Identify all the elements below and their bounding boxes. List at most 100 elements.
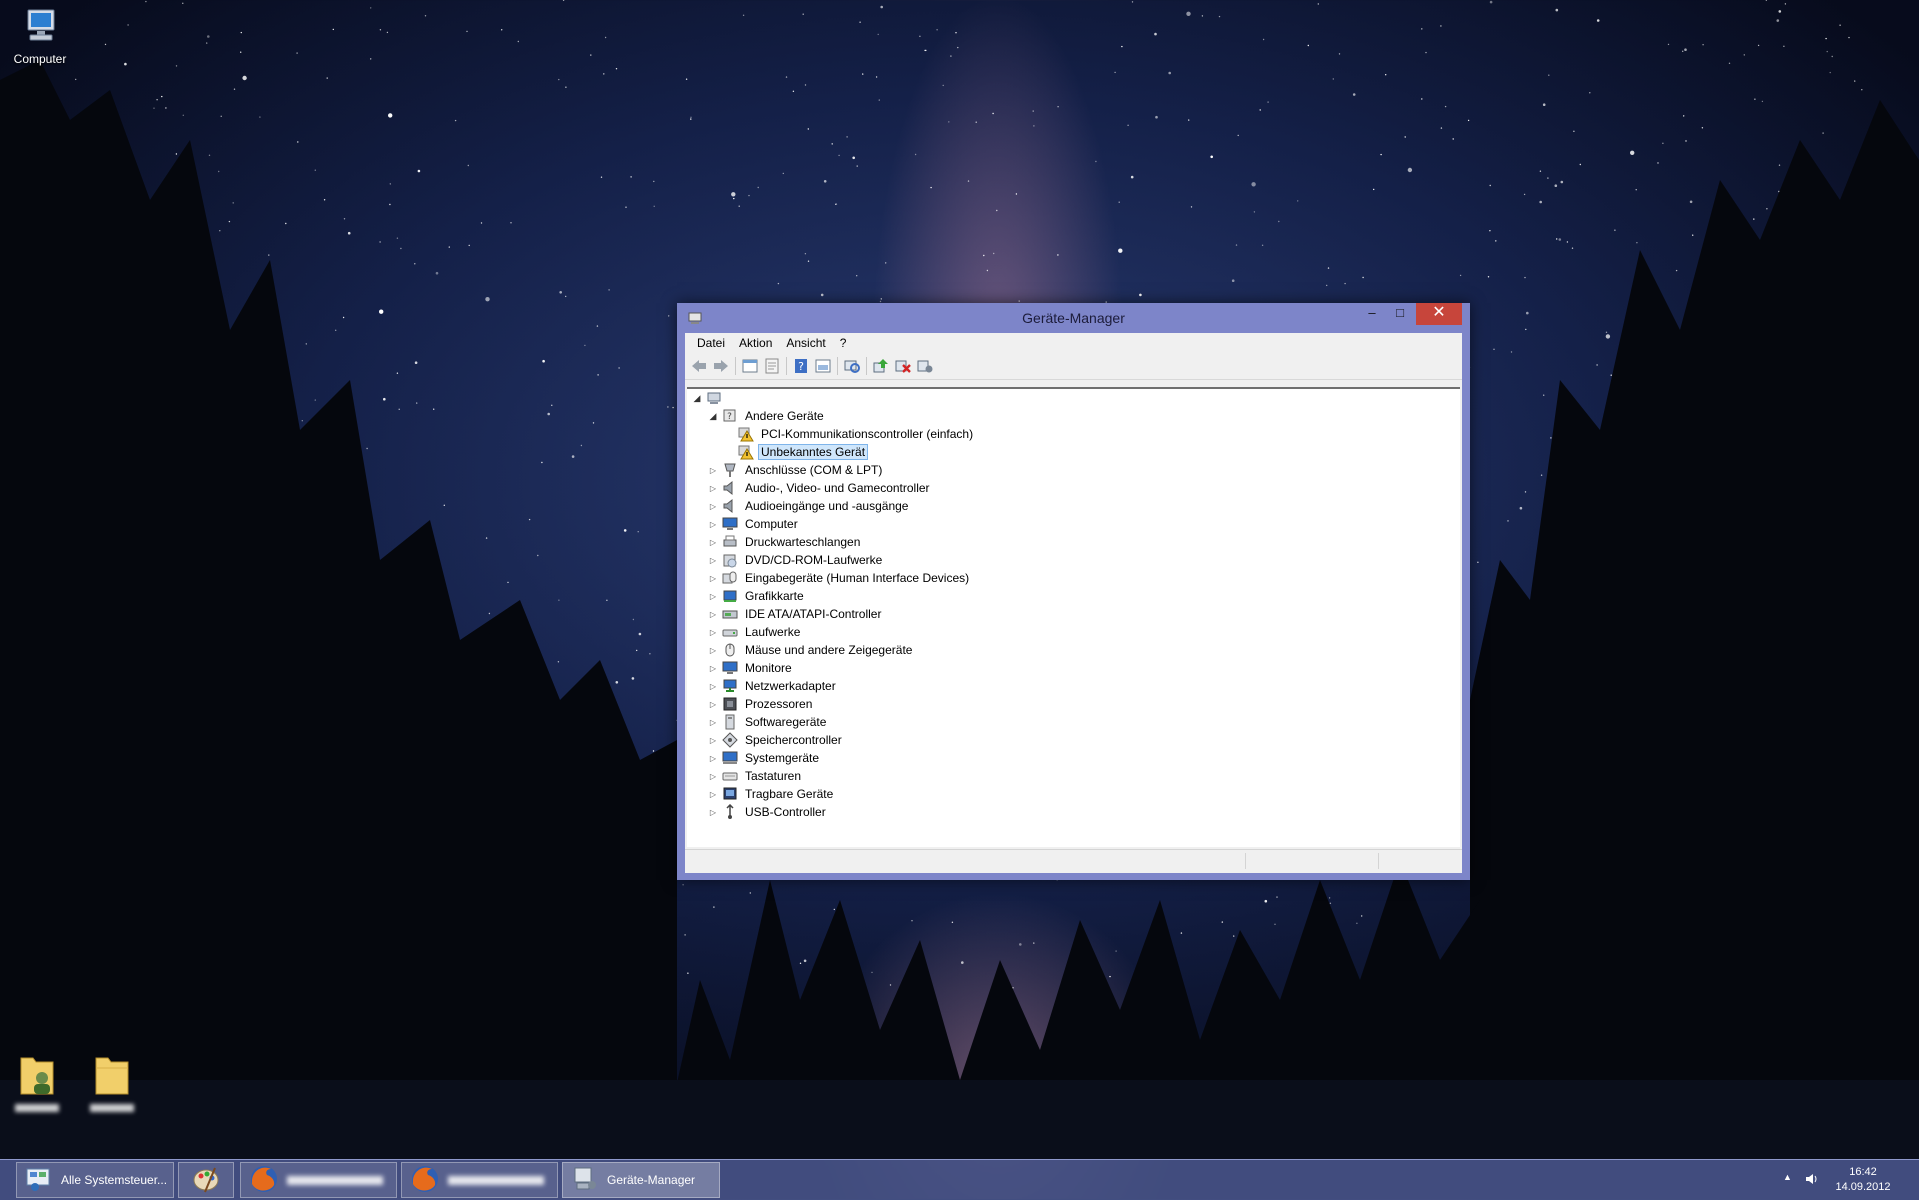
- computer-icon: [3, 6, 77, 49]
- menu-help[interactable]: ?: [833, 336, 854, 350]
- tree-category[interactable]: ▷ Speichercontroller: [707, 731, 845, 749]
- tree-device[interactable]: PCI-Kommunikationscontroller (einfach): [723, 425, 976, 443]
- expand-icon[interactable]: ▷: [707, 592, 719, 601]
- tree-category[interactable]: ▷ Eingabegeräte (Human Interface Devices): [707, 569, 972, 587]
- taskbar-item-label: Alle Systemsteuer...: [61, 1173, 168, 1187]
- window-title: Geräte-Manager: [1022, 310, 1125, 326]
- clock-date: 14.09.2012: [1835, 1181, 1891, 1193]
- expand-icon[interactable]: ▷: [707, 718, 719, 727]
- show-hidden-icon[interactable]: [812, 355, 834, 377]
- close-button[interactable]: ✕: [1416, 303, 1462, 325]
- desktop-icon-user-folder[interactable]: [0, 1052, 74, 1112]
- expand-icon[interactable]: ▷: [707, 736, 719, 745]
- expand-icon[interactable]: ▷: [707, 808, 719, 817]
- firefox-icon: [410, 1164, 440, 1197]
- expand-icon[interactable]: ▷: [707, 574, 719, 583]
- expand-icon[interactable]: ▷: [707, 664, 719, 673]
- menu-ansicht[interactable]: Ansicht: [779, 336, 832, 350]
- desktop-icon-label: [15, 1104, 59, 1112]
- expand-icon[interactable]: ▷: [707, 520, 719, 529]
- expand-icon[interactable]: ▷: [707, 754, 719, 763]
- forward-icon[interactable]: [710, 355, 732, 377]
- tree-item-label: Tastaturen: [745, 769, 802, 783]
- maximize-button[interactable]: □: [1385, 303, 1415, 325]
- clock[interactable]: 16:42 14.09.2012: [1833, 1165, 1893, 1195]
- minimize-button[interactable]: –: [1357, 303, 1387, 325]
- expand-icon[interactable]: ▷: [707, 646, 719, 655]
- tree-category[interactable]: ▷ Druckwarteschlangen: [707, 533, 863, 551]
- expand-icon[interactable]: ▷: [707, 556, 719, 565]
- folder-icon: [75, 1052, 149, 1101]
- expand-icon[interactable]: ▷: [707, 700, 719, 709]
- properties-view-icon[interactable]: [739, 355, 761, 377]
- desktop-icon-folder[interactable]: [75, 1052, 149, 1112]
- expand-icon[interactable]: ▷: [707, 610, 719, 619]
- scan-hardware-icon[interactable]: [841, 355, 863, 377]
- tree-category[interactable]: ▷ Softwaregeräte: [707, 713, 829, 731]
- taskbar-item-firefox-1[interactable]: [240, 1162, 397, 1198]
- firefox-icon: [249, 1164, 279, 1197]
- ide-icon: [722, 606, 738, 622]
- taskbar-item-paint[interactable]: [178, 1162, 234, 1198]
- tree-category[interactable]: ▷ Audioeingänge und -ausgänge: [707, 497, 911, 515]
- tree-category[interactable]: ◢? Andere Geräte: [707, 407, 827, 425]
- tree-category[interactable]: ▷ Prozessoren: [707, 695, 815, 713]
- toolbar-separator: [866, 357, 867, 375]
- tree-category[interactable]: ▷ IDE ATA/ATAPI-Controller: [707, 605, 884, 623]
- tree-category[interactable]: ▷ Grafikkarte: [707, 587, 807, 605]
- expand-icon[interactable]: ▷: [707, 790, 719, 799]
- paint-icon: [191, 1164, 221, 1197]
- tree-category[interactable]: ▷ Systemgeräte: [707, 749, 822, 767]
- update-driver-icon[interactable]: [870, 355, 892, 377]
- collapse-icon[interactable]: ◢: [707, 411, 719, 422]
- printer-icon: [722, 534, 738, 550]
- computer-icon: [706, 390, 722, 406]
- expand-icon[interactable]: ▷: [707, 484, 719, 493]
- tree-category[interactable]: ▷ Netzwerkadapter: [707, 677, 839, 695]
- tree-item-label: Netzwerkadapter: [745, 679, 836, 693]
- desktop-icon-computer[interactable]: Computer: [3, 6, 77, 66]
- properties-icon[interactable]: [761, 355, 783, 377]
- expand-icon[interactable]: ▷: [707, 466, 719, 475]
- taskbar-item-firefox-2[interactable]: [401, 1162, 558, 1198]
- title-bar[interactable]: Geräte-Manager – □ ✕: [677, 303, 1470, 333]
- collapse-icon[interactable]: ◢: [691, 393, 703, 404]
- tree-item-label: PCI-Kommunikationscontroller (einfach): [761, 427, 974, 441]
- uninstall-icon[interactable]: [892, 355, 914, 377]
- tree-category[interactable]: ▷ DVD/CD-ROM-Laufwerke: [707, 551, 885, 569]
- network-icon: [722, 678, 738, 694]
- taskbar-item-control-panel[interactable]: Alle Systemsteuer...: [16, 1162, 174, 1198]
- tree-device[interactable]: Unbekanntes Gerät: [723, 443, 869, 461]
- help-icon[interactable]: ?: [790, 355, 812, 377]
- show-hidden-icons-icon[interactable]: ▲: [1783, 1172, 1792, 1182]
- tree-category[interactable]: ▷ Anschlüsse (COM & LPT): [707, 461, 885, 479]
- svg-text:?: ?: [727, 412, 732, 422]
- tree-category[interactable]: ▷ Monitore: [707, 659, 795, 677]
- enable-device-icon[interactable]: [914, 355, 936, 377]
- tree-category[interactable]: ▷ Tragbare Geräte: [707, 785, 836, 803]
- menu-aktion[interactable]: Aktion: [732, 336, 779, 350]
- tree-category[interactable]: ▷ Laufwerke: [707, 623, 803, 641]
- back-icon[interactable]: [688, 355, 710, 377]
- display-adapter-icon: [722, 588, 738, 604]
- tree-item-label: Tragbare Geräte: [745, 787, 834, 801]
- tree-category[interactable]: ▷ Audio-, Video- und Gamecontroller: [707, 479, 933, 497]
- device-manager-window: Geräte-Manager – □ ✕ Datei Aktion Ansich…: [677, 303, 1470, 880]
- tree-category[interactable]: ▷ USB-Controller: [707, 803, 829, 821]
- menu-bar: Datei Aktion Ansicht ?: [685, 333, 1462, 353]
- expand-icon[interactable]: ▷: [707, 682, 719, 691]
- tree-root[interactable]: ◢: [691, 389, 732, 407]
- tree-root-label: [726, 397, 732, 399]
- expand-icon[interactable]: ▷: [707, 502, 719, 511]
- expand-icon[interactable]: ▷: [707, 538, 719, 547]
- menu-datei[interactable]: Datei: [690, 336, 732, 350]
- tree-item-label: Laufwerke: [745, 625, 801, 639]
- status-cell: [1245, 853, 1379, 869]
- tree-category[interactable]: ▷ Computer: [707, 515, 801, 533]
- tree-category[interactable]: ▷ Mäuse und andere Zeigegeräte: [707, 641, 915, 659]
- volume-icon[interactable]: [1805, 1172, 1819, 1189]
- tree-category[interactable]: ▷ Tastaturen: [707, 767, 804, 785]
- taskbar-item-device-manager[interactable]: Geräte-Manager: [562, 1162, 720, 1198]
- expand-icon[interactable]: ▷: [707, 628, 719, 637]
- expand-icon[interactable]: ▷: [707, 772, 719, 781]
